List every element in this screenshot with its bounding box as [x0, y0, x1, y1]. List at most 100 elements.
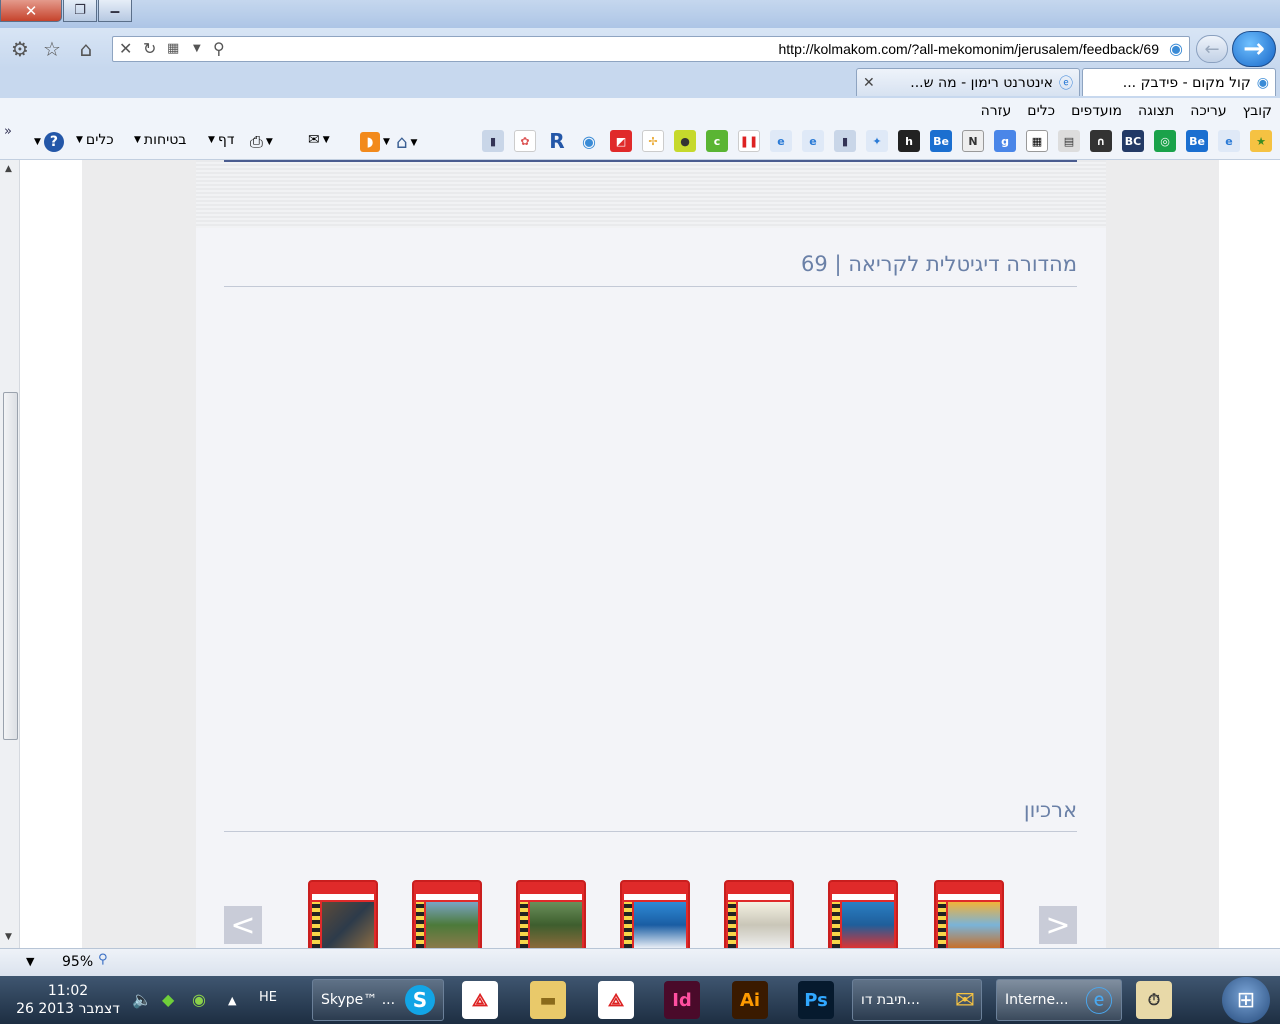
tab-rimon[interactable]: ⓔ אינטרנט רימון - מה ש... ✕ [856, 68, 1080, 96]
archive-thumbnail[interactable] [308, 880, 378, 948]
photoshop-icon[interactable]: Ps [798, 981, 834, 1019]
close-tab-icon[interactable]: ✕ [863, 75, 875, 91]
menu-edit[interactable]: עריכה [1190, 103, 1226, 119]
ie-icon[interactable]: e [802, 130, 824, 152]
tab-kolmakom[interactable]: ◉ קול מקום - פידבק ... [1082, 68, 1276, 96]
address-url[interactable]: http://kolmakom.com/?all-mekomonim/jerus… [779, 41, 1160, 57]
pinwheel-icon[interactable]: ✢ [642, 130, 664, 152]
menu-file[interactable]: קובץ [1243, 103, 1272, 119]
illustrator-icon[interactable]: Ai [732, 981, 768, 1019]
menu-view[interactable]: תצוגה [1138, 103, 1174, 119]
address-bar[interactable]: ✕ ↻ ▦ ▼ ⚲ http://kolmakom.com/?all-mekom… [112, 36, 1190, 62]
menu-help[interactable]: עזרה [981, 103, 1012, 119]
tools-menu-button[interactable]: כלים ▼ [76, 132, 114, 148]
chevron-down-icon[interactable]: ▼ [193, 43, 201, 54]
archive-next-button[interactable]: > [1039, 906, 1077, 944]
show-hidden-icons[interactable]: ▲ [228, 994, 236, 1007]
red-icon[interactable]: ◩ [610, 130, 632, 152]
taskbar-ie-button[interactable]: Interne... ⓔ [996, 979, 1122, 1021]
safety-menu-button[interactable]: בטיחות ▼ [134, 132, 186, 148]
archive-thumbnail[interactable] [516, 880, 586, 948]
start-button[interactable]: ⊞ [1222, 977, 1270, 1023]
help-icon: ? [43, 132, 64, 152]
zoom-icon[interactable]: ⚲ [98, 952, 108, 967]
dropdown-arrow-icon: ▼ [322, 135, 330, 145]
acrobat-icon[interactable]: ⟁ [462, 981, 498, 1019]
google-icon[interactable]: g [994, 130, 1016, 152]
site-icon[interactable]: ✦ [866, 130, 888, 152]
minimize-window-button[interactable]: ‒ [98, 0, 132, 22]
search-icon[interactable]: ⚲ [213, 39, 225, 58]
archive-thumbnail[interactable] [412, 880, 482, 948]
taskbar-dialog-button[interactable]: תיבת דו... ✉ [852, 979, 982, 1021]
outlook-icon: ✉ [954, 986, 975, 1014]
dropdown-arrow-icon: ▼ [410, 137, 418, 148]
page-menu-button[interactable]: דף ▼ [208, 132, 235, 148]
favorites-star-icon[interactable]: ★ [1250, 130, 1272, 152]
indesign-icon[interactable]: Id [664, 981, 700, 1019]
behance-icon[interactable]: Be [1186, 130, 1208, 152]
menu-favorites[interactable]: מועדפים [1071, 103, 1122, 119]
home-button[interactable]: ▼ ⌂ [396, 132, 417, 153]
menu-tools[interactable]: כלים [1027, 103, 1055, 119]
acrobat-icon[interactable]: ⟁ [598, 981, 634, 1019]
bc-icon[interactable]: BC [1122, 130, 1144, 152]
print-button[interactable]: ▼ ⎙ [250, 132, 273, 152]
close-window-button[interactable]: ✕ [0, 0, 62, 22]
back-button[interactable]: ← [1196, 35, 1228, 63]
archive-thumbnail[interactable] [828, 880, 898, 948]
refresh-icon[interactable]: ↻ [143, 39, 156, 58]
folder-icon[interactable]: ▮ [834, 130, 856, 152]
dropdown-arrow-icon: ▼ [76, 135, 83, 145]
app-tray-icon[interactable]: ◉ [192, 990, 206, 1009]
archive-thumbnail[interactable] [724, 880, 794, 948]
forward-button[interactable]: → [1232, 31, 1276, 67]
archive-thumbnail[interactable] [934, 880, 1004, 948]
archive-prev-button[interactable]: < [224, 906, 262, 944]
zoom-dropdown-icon[interactable]: ▼ [26, 955, 34, 968]
scroll-up-icon[interactable]: ▲ [5, 164, 12, 174]
timekeeper-icon[interactable]: ⏱ [1136, 981, 1172, 1019]
camera-icon[interactable]: ◎ [1154, 130, 1176, 152]
scrollbar-thumb[interactable] [3, 392, 18, 740]
r-icon[interactable]: R [546, 129, 568, 153]
home-icon[interactable]: ⌂ [74, 37, 98, 61]
restore-window-button[interactable]: ❐ [63, 0, 97, 22]
pin-icon[interactable]: ◉ [578, 130, 600, 152]
archive-thumbnail[interactable] [620, 880, 690, 948]
help-button[interactable]: ? ▼ [34, 132, 64, 152]
taskbar-skype-button[interactable]: Skype™ ... S [312, 979, 444, 1021]
favorites-star-icon[interactable]: ☆ [40, 37, 64, 61]
compat-view-icon[interactable]: ▦ [167, 41, 179, 56]
tab-title: אינטרנט רימון - מה ש... [910, 74, 1053, 91]
clock[interactable]: 11:02 26 דצמבר 2013 [8, 982, 128, 1018]
ie-icon: ⓔ [1084, 985, 1113, 1018]
gift-icon[interactable]: ▤ [1058, 130, 1080, 152]
taskbar-dialog-label: תיבת דו... [861, 992, 920, 1008]
volume-icon[interactable]: 🔈 [132, 990, 152, 1009]
pause-icon[interactable]: ❚❚ [738, 130, 760, 152]
h-icon[interactable]: h [898, 130, 920, 152]
explorer-folder-icon[interactable]: ▬ [530, 981, 566, 1019]
gear-icon[interactable]: ⚙ [8, 37, 32, 61]
feeds-button[interactable]: ▼ ◗ [360, 132, 390, 152]
qr-icon[interactable]: ▦ [1026, 130, 1048, 152]
behance-icon[interactable]: Be [930, 130, 952, 152]
zoom-level[interactable]: 95% [62, 954, 93, 970]
folder-icon[interactable]: ▮ [482, 130, 504, 152]
c-icon[interactable]: c [706, 130, 728, 152]
n-icon[interactable]: N [962, 130, 984, 152]
arch-icon[interactable]: ∩ [1090, 130, 1112, 152]
gear-icon[interactable]: ✿ [514, 130, 536, 152]
vertical-scrollbar[interactable]: ▲ ▼ [0, 160, 20, 948]
ie-icon[interactable]: e [1218, 130, 1240, 152]
network-icon[interactable]: ◆ [162, 990, 174, 1009]
language-indicator[interactable]: HE [259, 990, 277, 1005]
scroll-down-icon[interactable]: ▼ [5, 932, 12, 942]
mail-button[interactable]: ▼ ✉ [308, 132, 330, 148]
lime-icon[interactable]: ● [674, 130, 696, 152]
stop-icon[interactable]: ✕ [119, 39, 132, 58]
more-chevron-icon[interactable]: » [4, 124, 12, 139]
dropdown-arrow-icon: ▼ [134, 135, 141, 145]
ie-icon[interactable]: e [770, 130, 792, 152]
